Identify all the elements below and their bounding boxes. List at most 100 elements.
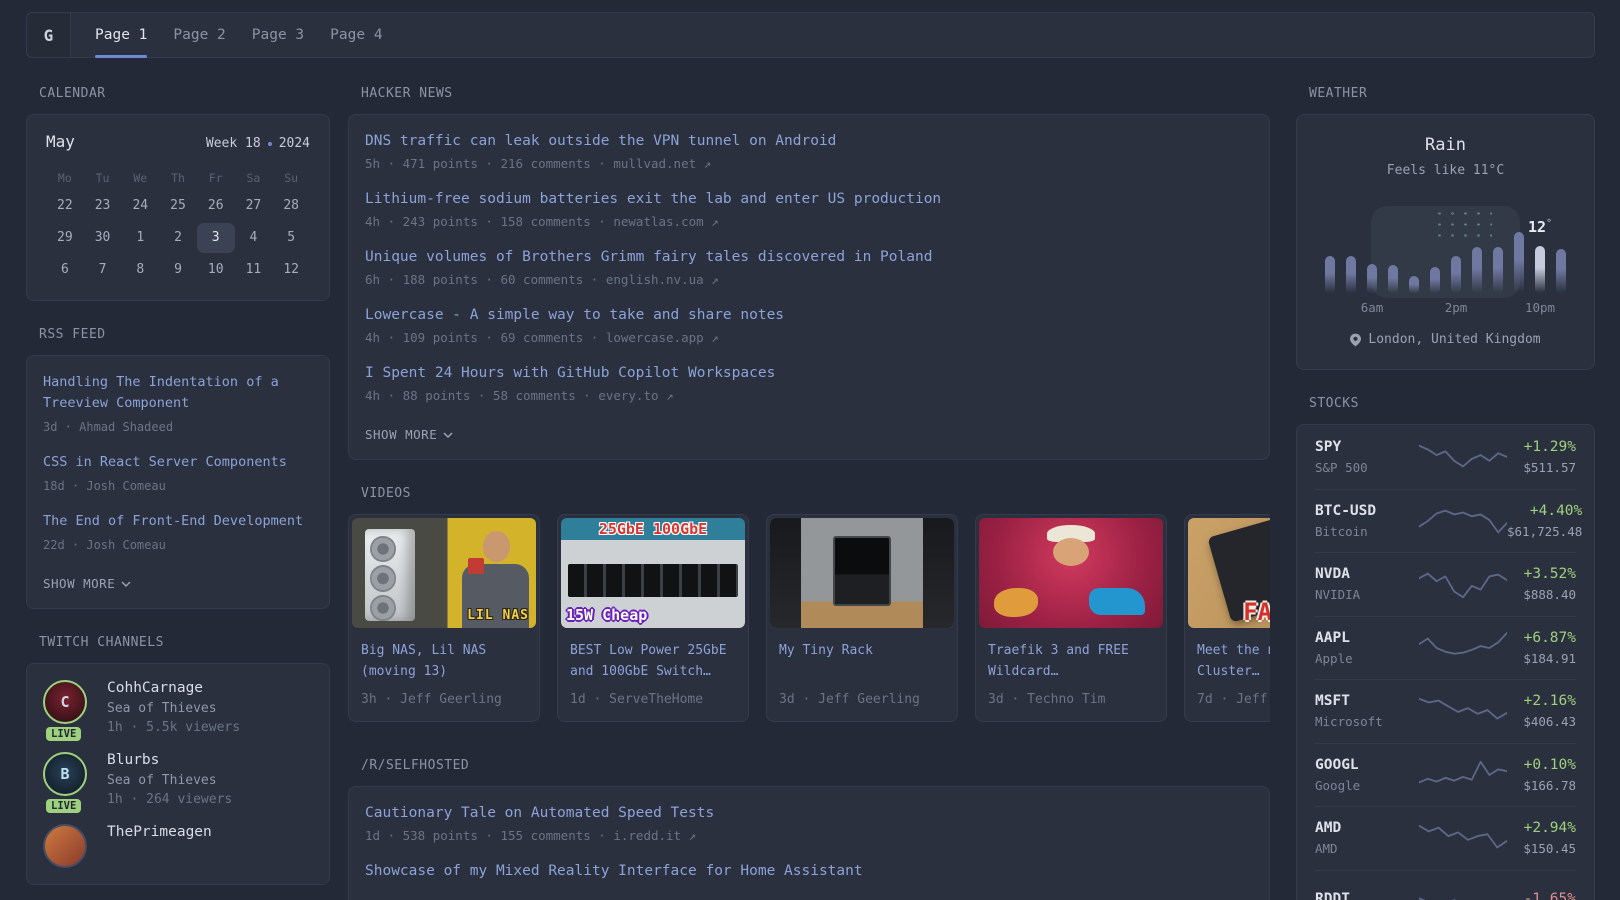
video-card: Traefik 3 and FREE Wildcard… 3d · Techno… — [975, 514, 1167, 722]
hn-item-title[interactable]: DNS traffic can leak outside the VPN tun… — [365, 131, 1253, 151]
person-graphic — [1052, 537, 1090, 567]
app-logo[interactable]: G — [27, 13, 71, 57]
rss-show-more-button[interactable]: SHOW MORE — [43, 576, 131, 591]
tab-page-2[interactable]: Page 2 — [173, 13, 225, 57]
video-title[interactable]: My Tiny Rack — [779, 640, 945, 682]
video-title[interactable]: Big NAS, Lil NAS (moving 13) — [361, 640, 527, 682]
stock-symbol: BTC-USD — [1315, 502, 1377, 519]
rss-card: Handling The Indentation of a Treeview C… — [26, 355, 330, 609]
stock-name: Bitcoin — [1315, 523, 1368, 539]
calendar-day: 28 — [283, 198, 299, 213]
video-thumbnail[interactable] — [979, 518, 1163, 628]
hn-item-title[interactable]: I Spent 24 Hours with GitHub Copilot Wor… — [365, 363, 1253, 383]
stock-values: +6.87% $184.91 — [1507, 630, 1576, 666]
list-item: Lithium-free sodium batteries exit the l… — [365, 189, 1253, 231]
video-info: Meet the new Linux Cluster… 7d · Jeff Ge… — [1185, 631, 1270, 721]
stock-id: RDDT — [1315, 891, 1419, 900]
video-thumbnail[interactable] — [770, 518, 954, 628]
videos-carousel: LIL NAS Big NAS, Lil NAS (moving 13) 3h … — [348, 514, 1270, 722]
twitch-avatar — [43, 824, 87, 868]
live-badge: LIVE — [46, 727, 82, 741]
twitch-avatar: C — [43, 680, 87, 724]
hackernews-widget: HACKER NEWS DNS traffic can leak outside… — [348, 86, 1270, 460]
hn-item-title[interactable]: Unique volumes of Brothers Grimm fairy t… — [365, 247, 1253, 267]
twitch-channel-row[interactable]: ThePrimeagen — [43, 824, 313, 868]
weather-bar — [1514, 232, 1524, 294]
left-column: CALENDAR May Week 18 2024 Mo Tu We Th Fr… — [26, 86, 330, 900]
stocks-card: SPY S&P 500 +1.29% $511.57 BTC-USD Bitco… — [1296, 424, 1595, 900]
thumbnail-text: LIL NAS — [467, 608, 529, 623]
stock-row[interactable]: AAPL Apple +6.87% $184.91 — [1315, 615, 1576, 680]
weather-bar — [1346, 256, 1356, 294]
twitch-channel-row[interactable]: C LIVE CohhCarnage Sea of Thieves 1h · 5… — [43, 680, 313, 741]
avatar: C LIVE — [43, 680, 93, 741]
calendar-weekday-row: Mo Tu We Th Fr Sa Su — [46, 171, 310, 185]
weather-temp-label: 12° — [1528, 218, 1552, 236]
weather-bar — [1388, 265, 1398, 294]
stock-values: +4.40% $61,725.48 — [1507, 503, 1582, 539]
twitch-channel-name: Blurbs — [107, 752, 160, 768]
stock-row[interactable]: NVDA NVIDIA +3.52% $888.40 — [1315, 552, 1576, 616]
video-card: LIL NAS Big NAS, Lil NAS (moving 13) 3h … — [348, 514, 540, 722]
tab-page-4[interactable]: Page 4 — [330, 13, 382, 57]
fan-graphic — [370, 535, 397, 562]
stock-values: +3.52% $888.40 — [1507, 566, 1576, 602]
hn-show-more-button[interactable]: SHOW MORE — [365, 427, 453, 442]
weather-bar — [1535, 246, 1545, 294]
selfhosted-section-label: /R/SELFHOSTED — [361, 758, 470, 773]
stock-row[interactable]: MSFT Microsoft +2.16% $406.43 — [1315, 679, 1576, 743]
selfhosted-card: Cautionary Tale on Automated Speed Tests… — [348, 786, 1270, 900]
stock-row[interactable]: SPY S&P 500 +1.29% $511.57 — [1315, 425, 1576, 489]
tab-page-1[interactable]: Page 1 — [95, 13, 148, 58]
list-item: Showcase of my Mixed Reality Interface f… — [365, 861, 1253, 881]
twitch-section-label: TWITCH CHANNELS — [39, 635, 164, 650]
tab-page-3[interactable]: Page 3 — [252, 13, 304, 57]
stocks-section-label: STOCKS — [1309, 396, 1359, 411]
rss-item-title[interactable]: CSS in React Server Components — [43, 452, 313, 473]
twitch-avatar: B — [43, 752, 87, 796]
rss-item-title[interactable]: Handling The Indentation of a Treeview C… — [43, 372, 313, 414]
list-item: Lowercase - A simple way to take and sha… — [365, 305, 1253, 347]
video-thumbnail[interactable]: FAS — [1188, 518, 1270, 628]
stock-sparkline — [1419, 760, 1507, 784]
stock-name: Google — [1315, 777, 1361, 793]
stock-row[interactable]: GOOGL Google +0.10% $166.78 — [1315, 742, 1576, 807]
stock-row[interactable]: RDDT -1.65% — [1315, 869, 1576, 900]
video-thumbnail[interactable]: 25GbE 100GbE 15W Cheap — [561, 518, 745, 628]
rss-item-meta: 18d · Josh Comeau — [43, 479, 166, 493]
twitch-channel-name: ThePrimeagen — [107, 824, 212, 840]
server-rack-graphic — [832, 535, 892, 606]
video-card: 25GbE 100GbE 15W Cheap BEST Low Power 25… — [557, 514, 749, 722]
stock-price: $888.40 — [1523, 587, 1576, 603]
degree-symbol: ° — [1546, 218, 1553, 229]
avatar — [43, 824, 93, 868]
stock-row[interactable]: AMD AMD +2.94% $150.45 — [1315, 806, 1576, 870]
stock-sparkline — [1419, 509, 1507, 534]
weather-card: Rain Feels like 11°C 12° 6am 2pm 10pm Lond… — [1296, 114, 1595, 370]
video-title[interactable]: Traefik 3 and FREE Wildcard… — [988, 640, 1154, 682]
calendar-day: 11 — [245, 262, 262, 277]
rss-item-title[interactable]: The End of Front-End Development — [43, 511, 313, 532]
calendar-day: 12 — [283, 262, 299, 277]
video-thumbnail[interactable]: LIL NAS — [352, 518, 536, 628]
weather-location: London, United Kingdom — [1317, 332, 1574, 347]
video-title[interactable]: Meet the new Linux Cluster… — [1197, 640, 1270, 682]
twitch-channel-row[interactable]: B LIVE Blurbs Sea of Thieves 1h · 264 vi… — [43, 752, 313, 813]
stock-id: NVDA NVIDIA — [1315, 566, 1419, 602]
video-title[interactable]: BEST Low Power 25GbE and 100GbE Switch… — [570, 640, 736, 682]
hn-item-title[interactable]: Lowercase - A simple way to take and sha… — [365, 305, 1253, 325]
weekday-label: Sa — [246, 171, 261, 185]
reddit-item-title[interactable]: Showcase of my Mixed Reality Interface f… — [365, 861, 1253, 881]
weekday-label: Fr — [208, 171, 223, 185]
hn-item-title[interactable]: Lithium-free sodium batteries exit the l… — [365, 189, 1253, 209]
calendar-header: May Week 18 2024 — [46, 132, 310, 151]
twitch-channel-meta: 1h · 264 viewers — [107, 792, 233, 807]
weekday-label: Tu — [95, 171, 110, 185]
stock-row[interactable]: BTC-USD Bitcoin +4.40% $61,725.48 — [1315, 488, 1582, 553]
weather-bar — [1493, 247, 1503, 294]
calendar-day: 22 — [57, 198, 73, 213]
reddit-item-title[interactable]: Cautionary Tale on Automated Speed Tests — [365, 803, 1253, 823]
weather-xlabels: 6am 2pm 10pm — [1317, 300, 1574, 318]
stock-symbol: SPY — [1315, 438, 1342, 455]
stock-symbol: AAPL — [1315, 629, 1350, 646]
